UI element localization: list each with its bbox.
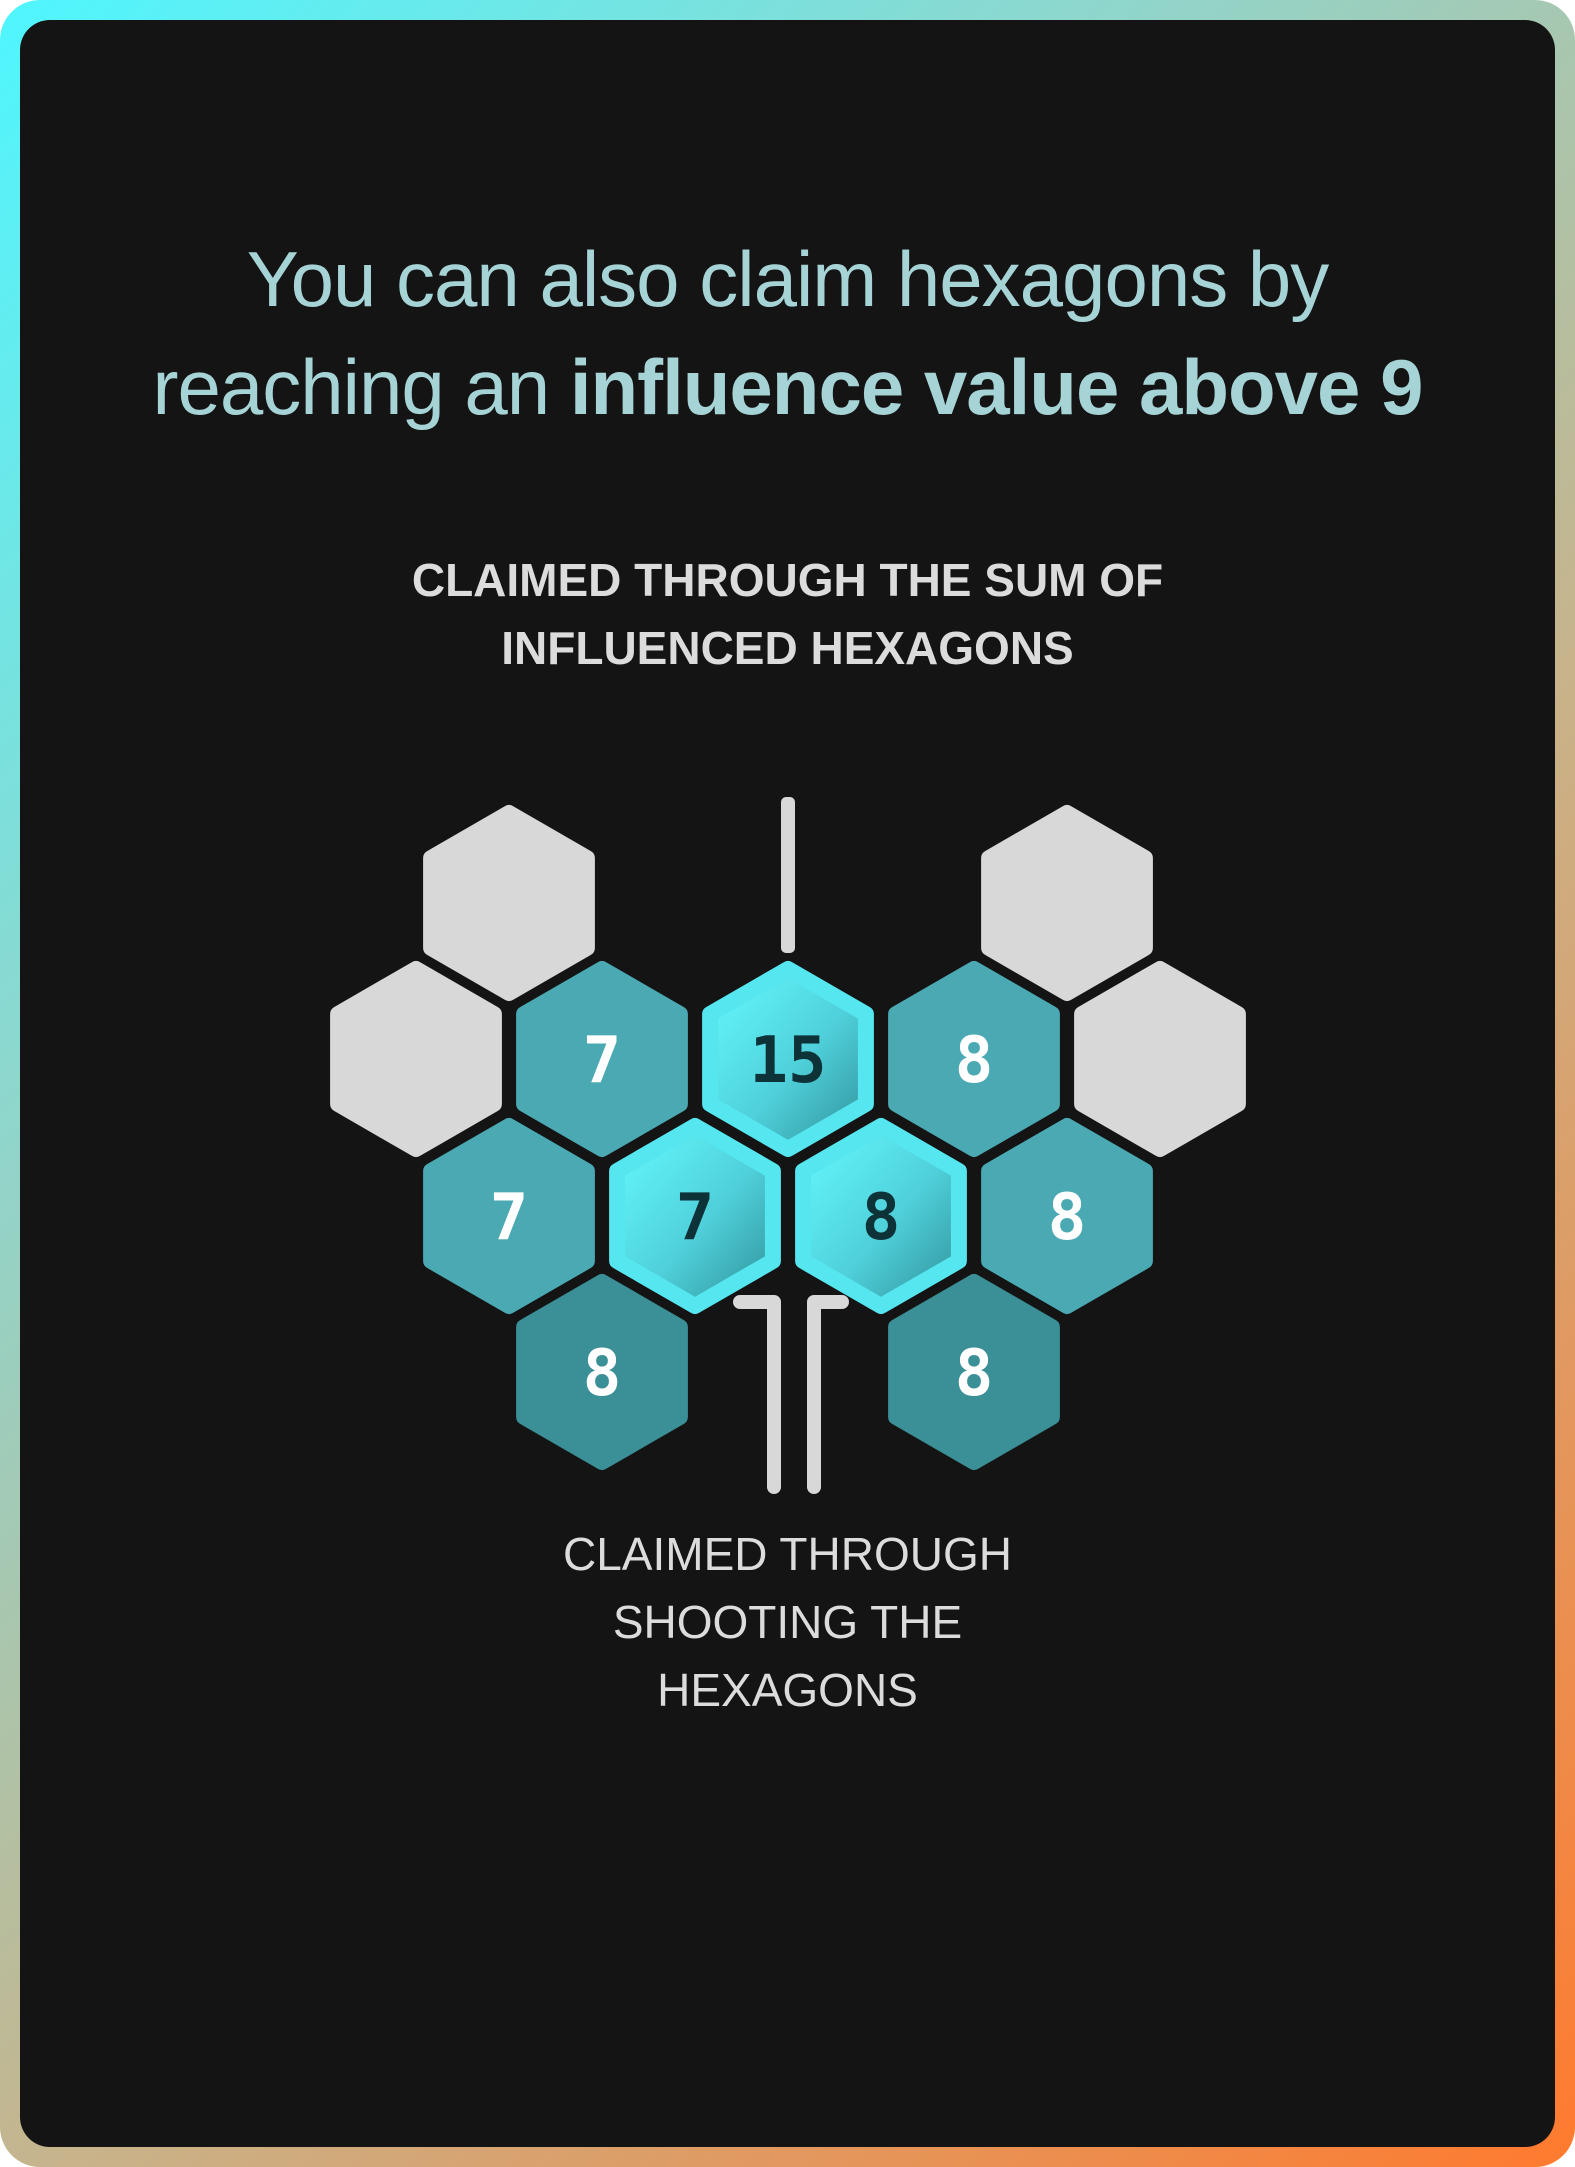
hexagon-mid-right [1074,961,1246,1157]
hexagon-board: 7 15 8 7 7 8 8 8 8 [330,797,1246,1494]
hexagon-top-right [981,805,1153,1001]
hexagon-shape [423,805,595,1001]
hexagon-mid-4: 8 [888,961,1060,1157]
hexagon-shape [330,961,502,1157]
hexagon-value: 8 [583,1337,622,1411]
hexagon-value: 7 [676,1181,715,1255]
hexagon-value: 8 [955,1337,994,1411]
caption-shooting-line-1: CLAIMED THROUGH [563,1528,1012,1580]
hexagon-value: 8 [955,1024,994,1098]
hexagon-value: 15 [749,1024,826,1098]
pointer-line-top [781,797,795,953]
hexagon-row3-1: 7 [423,1118,595,1314]
hexagon-mid-left [330,961,502,1157]
hexagon-shape [981,805,1153,1001]
hexagon-top-left [423,805,595,1001]
hexagon-row3-3: 8 [795,1118,967,1314]
hexagon-value: 8 [862,1181,901,1255]
caption-claimed-by-shooting: CLAIMED THROUGH SHOOTING THE HEXAGONS [0,1520,1575,1724]
hexagon-mid-center: 15 [702,961,874,1157]
hexagon-value: 8 [1048,1181,1087,1255]
pointer-line-bottom-right [807,1295,849,1494]
hexagon-mid-2: 7 [516,961,688,1157]
hexagon-row3-4: 8 [981,1118,1153,1314]
hexagon-bottom-left: 8 [516,1274,688,1470]
hexagon-row3-2: 7 [609,1118,781,1314]
hexagon-shape [1074,961,1246,1157]
caption-shooting-line-2: SHOOTING THE [612,1596,963,1648]
pointer-line-bottom-left [733,1295,781,1494]
hexagon-value: 7 [583,1024,622,1098]
caption-shooting-line-3: HEXAGONS [657,1664,918,1716]
hexagon-bottom-right: 8 [888,1274,1060,1470]
hexagon-value: 7 [490,1181,529,1255]
